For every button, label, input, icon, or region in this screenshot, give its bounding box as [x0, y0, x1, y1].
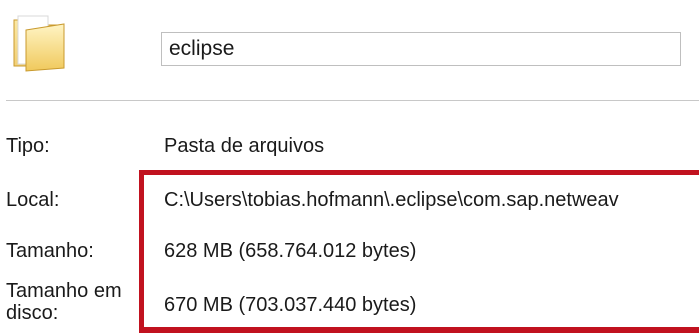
size-label: Tamanho: — [6, 240, 94, 262]
folder-name-input[interactable]: eclipse — [161, 32, 681, 66]
size-on-disk-label: Tamanho em disco: — [6, 280, 122, 324]
red-highlight-box-bottom — [139, 327, 699, 333]
properties-dialog: eclipse Tipo: Pasta de arquivos Local: C… — [0, 0, 699, 333]
type-label: Tipo: — [6, 135, 50, 157]
location-label: Local: — [6, 189, 60, 211]
folder-icon — [13, 15, 65, 72]
size-value: 628 MB (658.764.012 bytes) — [164, 240, 417, 262]
location-value[interactable]: C:\Users\tobias.hofmann\.eclipse\com.sap… — [164, 189, 699, 212]
type-value: Pasta de arquivos — [164, 135, 325, 157]
size-on-disk-value: 670 MB (703.037.440 bytes) — [164, 294, 417, 316]
divider — [6, 100, 699, 101]
